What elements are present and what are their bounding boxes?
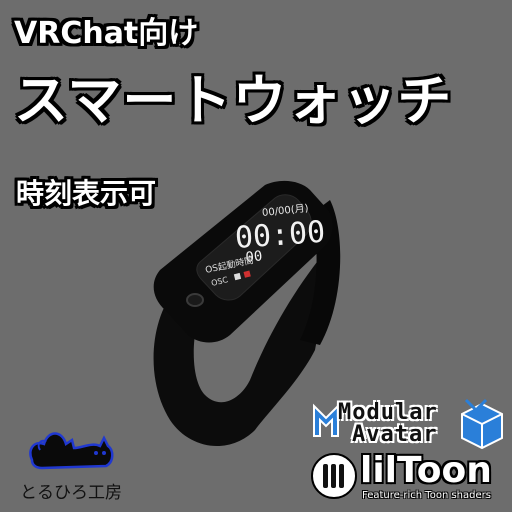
modular-avatar-line2: Avatar	[352, 422, 438, 447]
studio-name: とるひろ工房	[20, 483, 122, 503]
side-button	[186, 293, 204, 307]
liltoon-tagline: Feature-rich Toon shaders	[362, 490, 491, 501]
liltoon-name: lilToon	[360, 450, 492, 491]
liltoon-mark-icon	[311, 453, 357, 499]
studio-cat-logo	[29, 432, 114, 470]
